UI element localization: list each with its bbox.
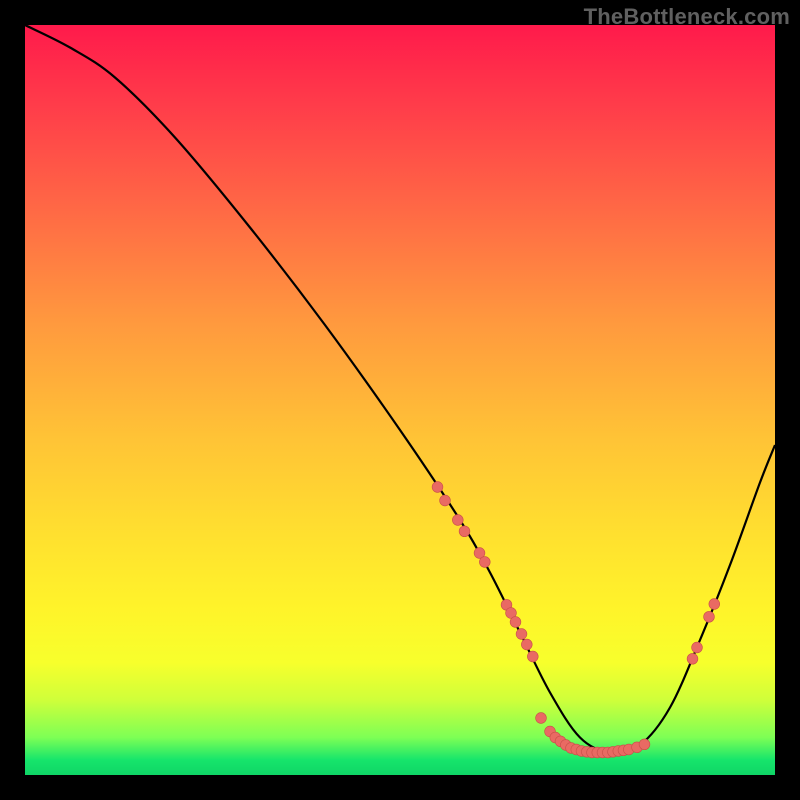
curve-marker: [639, 739, 650, 750]
curve-marker: [521, 639, 532, 650]
curve-layer: [25, 25, 775, 775]
curve-markers: [432, 482, 720, 758]
plot-area: [25, 25, 775, 775]
watermark-text: TheBottleneck.com: [584, 4, 790, 30]
curve-marker: [452, 515, 463, 526]
curve-marker: [510, 617, 521, 628]
curve-marker: [687, 653, 698, 664]
curve-marker: [692, 642, 703, 653]
curve-marker: [459, 526, 470, 537]
curve-marker: [432, 482, 443, 493]
curve-marker: [516, 629, 527, 640]
bottleneck-curve: [25, 25, 775, 753]
curve-marker: [709, 599, 720, 610]
curve-marker: [536, 713, 547, 724]
curve-marker: [704, 611, 715, 622]
curve-marker: [479, 557, 490, 568]
curve-marker: [440, 495, 451, 506]
chart-frame: TheBottleneck.com: [0, 0, 800, 800]
curve-marker: [527, 651, 538, 662]
